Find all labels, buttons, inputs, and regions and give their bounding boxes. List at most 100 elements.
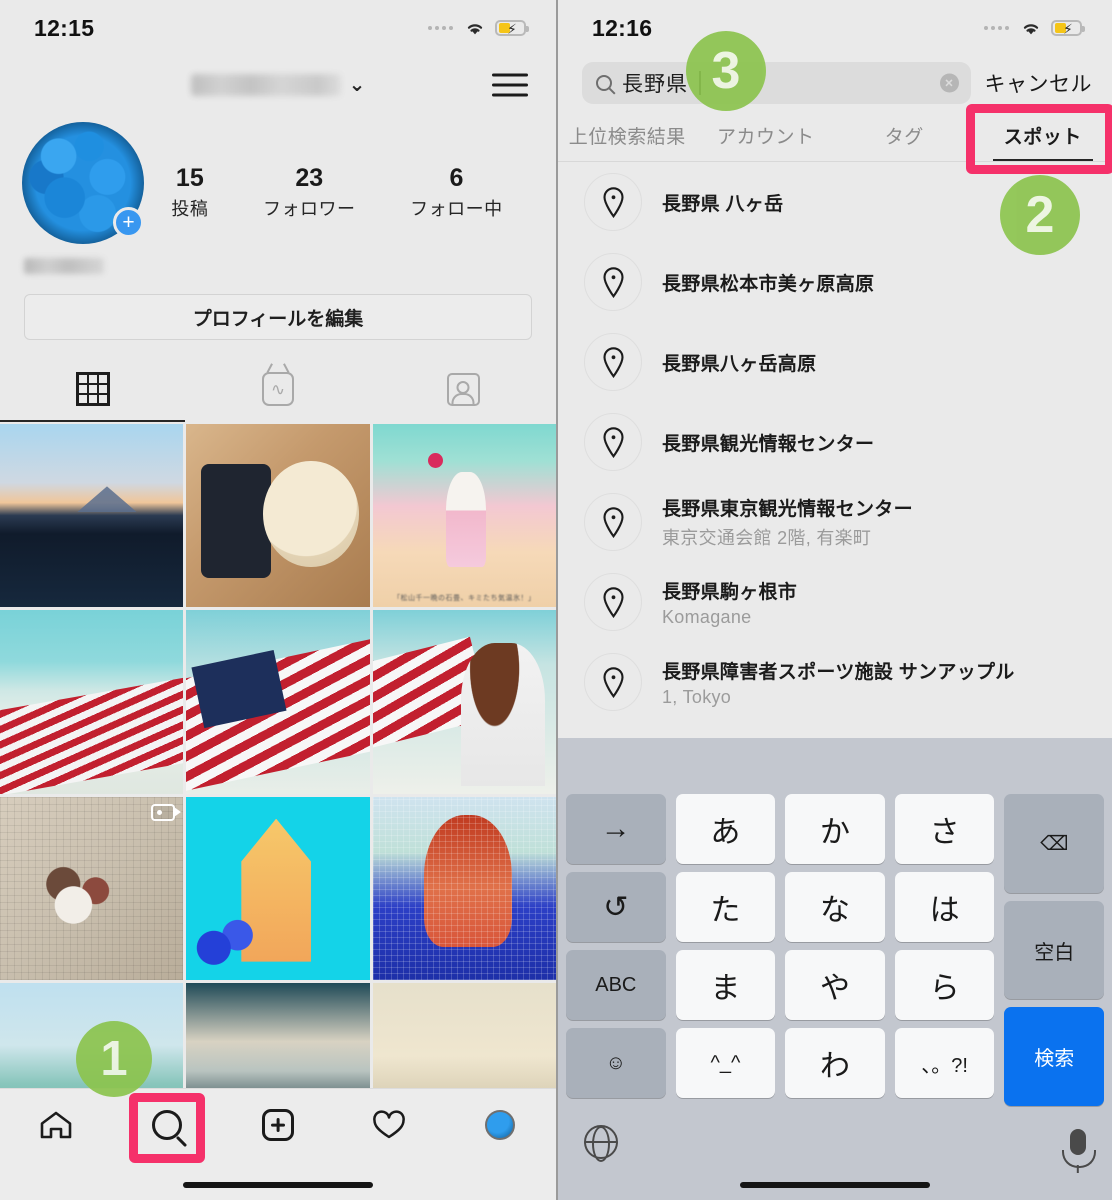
nav-search[interactable]	[111, 1110, 222, 1140]
location-pin-icon	[584, 413, 642, 471]
profile-stats: 15 投稿 23 フォロワー 6 フォロー中	[144, 122, 530, 221]
heart-activity-icon	[372, 1110, 406, 1140]
clear-circle-icon[interactable]: ×	[939, 73, 959, 93]
location-pin-icon	[584, 173, 642, 231]
list-item[interactable]: 長野県駒ヶ根市 Komagane	[558, 562, 1112, 642]
keyboard-row: → あ か さ	[566, 794, 995, 864]
key-abc[interactable]: ABC	[566, 950, 666, 1020]
microphone-icon[interactable]	[1062, 1129, 1096, 1168]
software-keyboard: → あ か さ ↺ た な は ABC ま や ら ☺ ^_^ わ 、。?! ⌫…	[558, 738, 1112, 1200]
cancel-button[interactable]: キャンセル	[985, 68, 1093, 98]
tab-tagged[interactable]	[371, 372, 556, 406]
stat-posts[interactable]: 15 投稿	[171, 164, 208, 221]
key-punctuation[interactable]: 、。?!	[894, 1028, 995, 1098]
tab-spots[interactable]: スポット	[974, 110, 1112, 161]
list-item[interactable]: 長野県障害者スポーツ施設 サンアップル 1, Tokyo	[558, 642, 1112, 722]
list-item[interactable]: 長野県観光情報センター	[558, 402, 1112, 482]
grid-item[interactable]	[186, 796, 370, 980]
stat-posts-label: 投稿	[171, 198, 209, 219]
username-dropdown[interactable]: ⌄	[190, 74, 365, 96]
tagged-icon	[446, 372, 480, 406]
location-pin-icon	[584, 493, 642, 551]
result-title: 長野県八ヶ岳高原	[662, 353, 817, 375]
key-search[interactable]: 検索	[1004, 1007, 1104, 1107]
result-title: 長野県東京観光情報センター	[662, 499, 913, 520]
keyboard-key-area: → あ か さ ↺ た な は ABC ま や ら ☺ ^_^ わ 、。?! ⌫…	[558, 794, 1112, 1107]
key-kaomoji[interactable]: ^_^	[675, 1028, 776, 1098]
keyboard-row: ☺ ^_^ わ 、。?!	[566, 1028, 995, 1098]
key-space[interactable]: 空白	[1004, 900, 1104, 1000]
list-item[interactable]: 長野県八ヶ岳高原	[558, 322, 1112, 402]
nav-profile[interactable]	[445, 1110, 556, 1140]
bio-redacted	[24, 258, 104, 274]
keyboard-right-column: ⌫ 空白 検索	[1004, 794, 1104, 1107]
tab-tags[interactable]: タグ	[835, 110, 974, 161]
add-story-icon[interactable]: +	[113, 207, 144, 238]
annotation-badge-2: 2	[1000, 175, 1080, 255]
nav-add-post[interactable]	[222, 1109, 333, 1141]
avatar[interactable]: +	[22, 122, 144, 244]
key-arrow-right[interactable]: →	[566, 794, 666, 864]
bottom-navigation-bar	[0, 1088, 556, 1200]
key-na[interactable]: な	[785, 872, 885, 942]
search-input-value: 長野県	[622, 73, 688, 96]
key-ha[interactable]: は	[894, 872, 995, 942]
stat-followers-label: フォロワー	[262, 198, 356, 219]
key-ka[interactable]: か	[785, 794, 885, 864]
search-result-tabs: 上位検索結果 アカウント タグ スポット	[558, 110, 1112, 162]
grid-item[interactable]	[0, 610, 184, 794]
keyboard-suggestion-bar	[558, 738, 1112, 794]
status-indicators: ⚡	[428, 20, 529, 37]
grid-item[interactable]	[186, 424, 370, 608]
key-ta[interactable]: た	[675, 872, 776, 942]
key-undo[interactable]: ↺	[566, 872, 666, 942]
right-phone-screen: 12:16 ⚡ 長野県 × キャンセル 上位検索結果 アカウント タグ スポット	[556, 0, 1112, 1200]
globe-icon[interactable]	[584, 1125, 618, 1159]
result-title: 長野県駒ヶ根市	[662, 581, 798, 603]
tab-accounts[interactable]: アカウント	[697, 110, 836, 161]
grid-item[interactable]	[0, 424, 184, 608]
grid-item[interactable]	[372, 610, 556, 794]
key-ya[interactable]: や	[785, 950, 885, 1020]
profile-top-bar: ⌄	[0, 56, 556, 114]
list-item[interactable]: 長野県松本市美ヶ原高原	[558, 242, 1112, 322]
add-post-icon	[262, 1109, 294, 1141]
tab-igtv[interactable]: ∿	[185, 372, 370, 406]
stat-posts-value: 15	[175, 164, 204, 192]
search-input[interactable]: 長野県 ×	[582, 62, 971, 104]
result-title: 長野県観光情報センター	[662, 433, 875, 455]
key-backspace[interactable]: ⌫	[1004, 794, 1104, 893]
key-sa[interactable]: さ	[894, 794, 995, 864]
edit-profile-button[interactable]: プロフィールを編集	[24, 294, 532, 340]
key-emoji[interactable]: ☺	[566, 1028, 666, 1098]
key-wa[interactable]: わ	[785, 1028, 885, 1098]
tab-top-results[interactable]: 上位検索結果	[558, 110, 697, 161]
profile-summary: + 15 投稿 23 フォロワー 6 フォロー中	[0, 114, 556, 244]
search-bar-row: 長野県 × キャンセル	[558, 56, 1112, 110]
username-redacted	[190, 74, 341, 96]
grid-item[interactable]	[0, 796, 184, 980]
location-pin-icon	[584, 653, 642, 711]
status-time: 12:15	[34, 14, 95, 41]
result-subtitle: Komagane	[662, 606, 752, 627]
search-icon	[151, 1110, 182, 1140]
nav-home[interactable]	[0, 1110, 111, 1140]
search-icon	[596, 75, 612, 91]
key-ra[interactable]: ら	[894, 950, 995, 1020]
stat-following[interactable]: 6 フォロー中	[410, 164, 503, 221]
result-subtitle: 東京交通会館 2階, 有楽町	[662, 528, 872, 548]
tab-grid[interactable]	[0, 372, 185, 406]
profile-avatar-icon	[485, 1110, 516, 1140]
right-status-bar: 12:16 ⚡	[558, 0, 1112, 56]
result-title: 長野県 八ヶ岳	[662, 193, 784, 215]
list-item[interactable]: 長野県東京観光情報センター 東京交通会館 2階, 有楽町	[558, 482, 1112, 562]
grid-item[interactable]	[372, 796, 556, 980]
hamburger-menu-icon[interactable]	[492, 73, 528, 97]
grid-item[interactable]: 「松山千一晩の石畳、キミたち気温氷！」	[372, 424, 556, 608]
key-ma[interactable]: ま	[675, 950, 776, 1020]
grid-item[interactable]	[186, 610, 370, 794]
nav-activity[interactable]	[334, 1110, 445, 1140]
grid-icon	[75, 372, 110, 406]
key-a[interactable]: あ	[675, 794, 776, 864]
stat-followers[interactable]: 23 フォロワー	[263, 164, 356, 221]
